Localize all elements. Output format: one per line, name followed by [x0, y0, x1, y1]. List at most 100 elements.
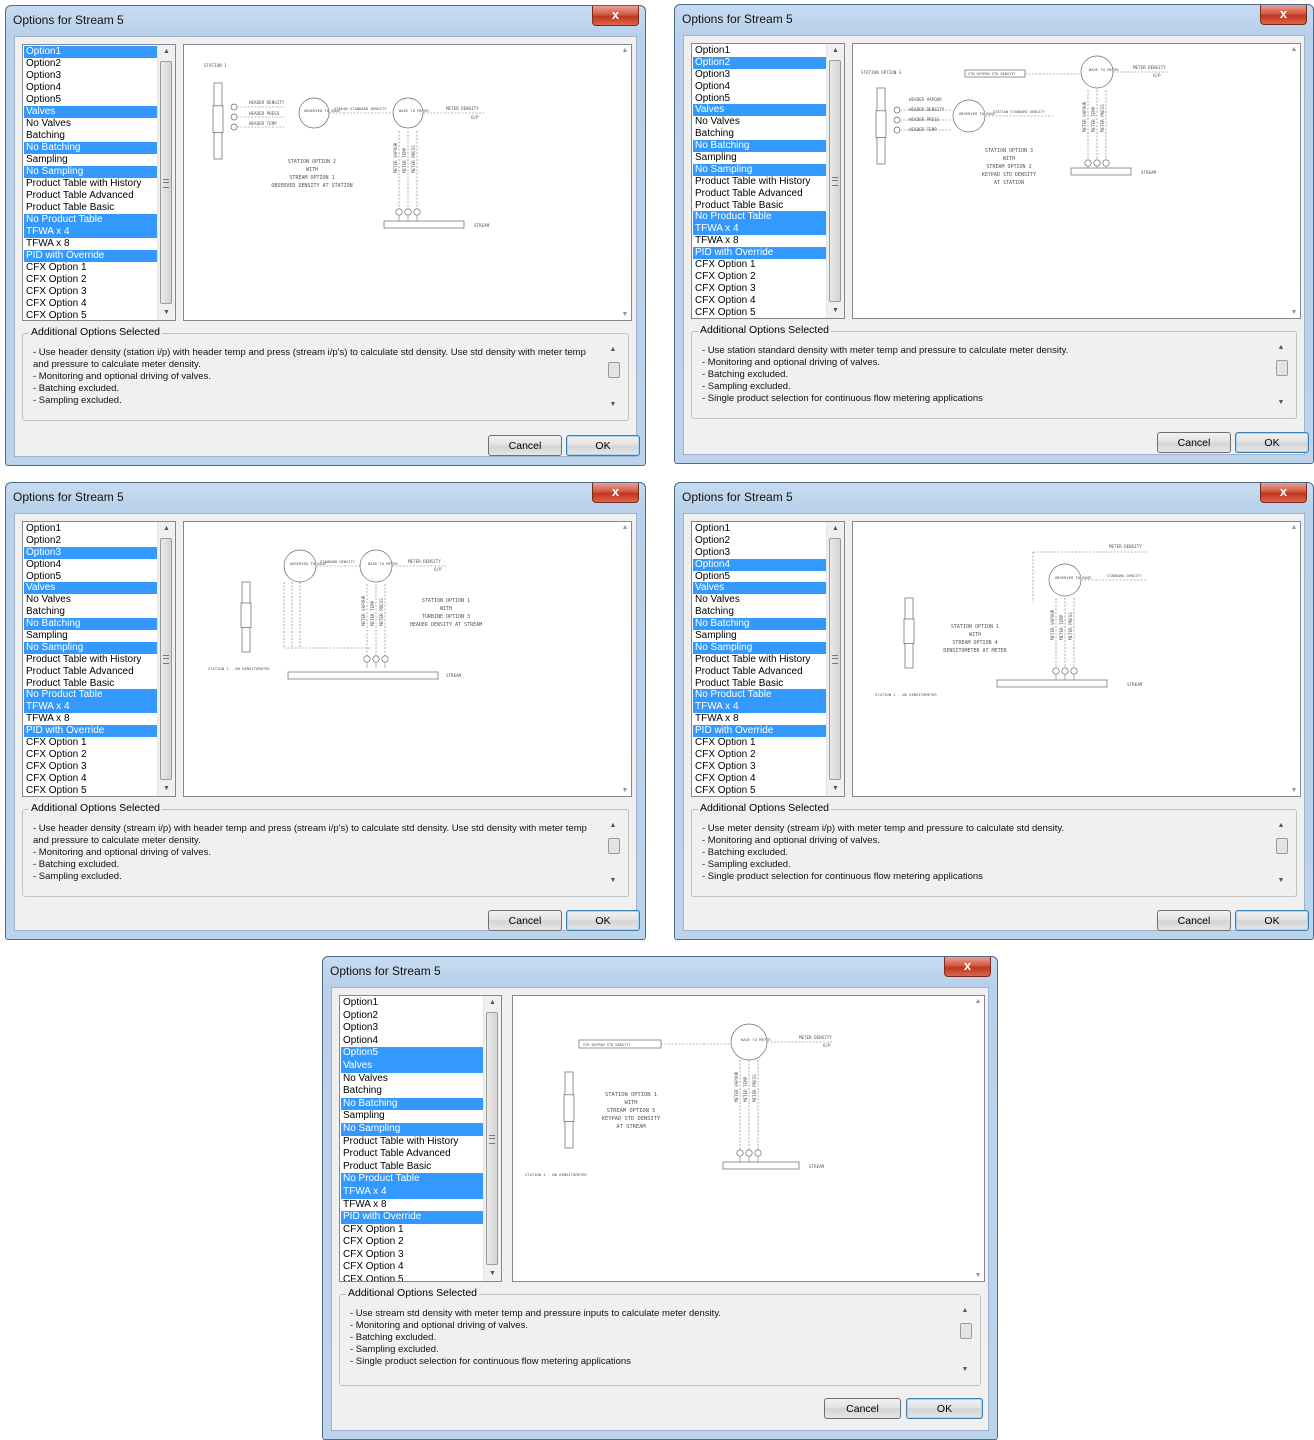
option-item[interactable]: Product Table Advanced — [693, 666, 826, 678]
description-scrollbar[interactable]: ▲ ▼ — [606, 822, 620, 884]
option-item[interactable]: PID with Override — [24, 725, 157, 738]
option-item[interactable]: PID with Override — [693, 247, 826, 260]
scroll-down-arrow-icon[interactable]: ▼ — [1288, 787, 1300, 794]
option-item[interactable]: TFWA x 8 — [24, 713, 157, 725]
option-item[interactable]: CFX Option 5 — [341, 1274, 483, 1281]
close-button[interactable]: x — [1260, 483, 1307, 503]
option-item[interactable]: No Valves — [693, 116, 826, 128]
close-button[interactable]: x — [592, 483, 639, 503]
option-item[interactable]: CFX Option 5 — [24, 310, 157, 320]
cancel-button[interactable]: Cancel — [1157, 432, 1231, 453]
close-button[interactable]: x — [944, 957, 991, 977]
scroll-down-arrow-icon[interactable]: ▼ — [619, 311, 631, 318]
scroll-down-arrow-icon[interactable]: ▼ — [827, 304, 844, 318]
option-item[interactable]: PID with Override — [24, 250, 157, 262]
option-item[interactable]: Product Table with History — [341, 1136, 483, 1149]
scroll-thumb[interactable] — [608, 838, 620, 854]
option-item[interactable]: No Sampling — [693, 163, 826, 176]
title-bar[interactable]: Options for Stream 5 x — [675, 5, 1313, 31]
option-item[interactable]: No Product Table — [693, 211, 826, 224]
option-item[interactable]: Option5 — [24, 94, 157, 106]
option-item[interactable]: No Product Table — [693, 689, 826, 702]
scroll-thumb[interactable] — [829, 60, 841, 302]
options-list[interactable]: Option1 Option2 Option3 Option4 Option5 Valve… — [691, 521, 845, 797]
diagram-scrollbar[interactable]: ▲ ▼ — [972, 996, 984, 1281]
option-item[interactable]: Product Table Advanced — [341, 1148, 483, 1161]
option-item[interactable]: Product Table Advanced — [693, 188, 826, 200]
option-item[interactable]: Option5 — [24, 571, 157, 583]
option-item[interactable]: Valves — [341, 1059, 483, 1073]
option-item[interactable]: CFX Option 1 — [341, 1224, 483, 1237]
option-item[interactable]: Product Table Basic — [24, 678, 157, 690]
option-item[interactable]: TFWA x 4 — [693, 223, 826, 236]
scroll-thumb[interactable] — [160, 61, 172, 304]
scroll-up-arrow-icon[interactable]: ▲ — [1274, 344, 1288, 351]
scroll-up-arrow-icon[interactable]: ▲ — [827, 44, 844, 58]
options-list[interactable]: Option1 Option2 Option3 Option4 Option5 Valve… — [691, 43, 845, 319]
option-item[interactable]: Option1 — [341, 997, 483, 1010]
option-item[interactable]: CFX Option 4 — [24, 298, 157, 310]
scroll-up-arrow-icon[interactable]: ▲ — [1288, 524, 1300, 531]
option-item[interactable]: TFWA x 8 — [341, 1199, 483, 1212]
option-item[interactable]: Sampling — [24, 630, 157, 642]
option-item[interactable]: Option2 — [693, 56, 826, 69]
option-item[interactable]: Option4 — [24, 559, 157, 571]
scroll-up-arrow-icon[interactable]: ▲ — [619, 524, 631, 531]
option-item[interactable]: Product Table with History — [693, 654, 826, 666]
ok-button[interactable]: OK — [566, 910, 640, 931]
option-item[interactable]: Option2 — [24, 58, 157, 70]
scroll-down-arrow-icon[interactable]: ▼ — [606, 401, 620, 408]
scroll-down-arrow-icon[interactable]: ▼ — [827, 782, 844, 796]
cancel-button[interactable]: Cancel — [1157, 910, 1231, 931]
title-bar[interactable]: Options for Stream 5 x — [6, 6, 645, 32]
description-scrollbar[interactable]: ▲ ▼ — [606, 346, 620, 408]
scroll-down-arrow-icon[interactable]: ▼ — [972, 1272, 984, 1279]
option-item[interactable]: No Sampling — [24, 166, 157, 178]
option-item[interactable]: Batching — [693, 128, 826, 140]
option-item[interactable]: CFX Option 2 — [693, 749, 826, 761]
scroll-thumb[interactable] — [1276, 838, 1288, 854]
option-item[interactable]: Batching — [341, 1085, 483, 1098]
option-item[interactable]: CFX Option 4 — [693, 773, 826, 785]
option-item[interactable]: TFWA x 4 — [24, 226, 157, 238]
option-item[interactable]: Valves — [693, 582, 826, 595]
option-item[interactable]: Product Table Advanced — [24, 190, 157, 202]
option-item[interactable]: Option4 — [24, 82, 157, 94]
ok-button[interactable]: OK — [566, 435, 640, 456]
scroll-up-arrow-icon[interactable]: ▲ — [619, 47, 631, 54]
option-item[interactable]: CFX Option 5 — [693, 307, 826, 318]
option-item[interactable]: Batching — [24, 130, 157, 142]
scroll-thumb[interactable] — [829, 538, 841, 780]
option-item[interactable]: CFX Option 2 — [693, 271, 826, 283]
option-item[interactable]: No Batching — [693, 618, 826, 631]
option-item[interactable]: Sampling — [693, 630, 826, 642]
option-item[interactable]: Option2 — [24, 535, 157, 547]
title-bar[interactable]: Options for Stream 5 x — [6, 483, 645, 509]
options-scrollbar[interactable]: ▲ ▼ — [826, 522, 844, 796]
option-item[interactable]: Option5 — [693, 571, 826, 583]
options-list[interactable]: Option1 Option2 Option3 Option4 Option5 Valve… — [22, 44, 176, 321]
scroll-up-arrow-icon[interactable]: ▲ — [1274, 822, 1288, 829]
option-item[interactable]: PID with Override — [693, 725, 826, 738]
option-item[interactable]: No Product Table — [341, 1173, 483, 1186]
close-button[interactable]: x — [1260, 5, 1307, 25]
option-item[interactable]: CFX Option 5 — [693, 785, 826, 796]
option-item[interactable]: Product Table with History — [693, 176, 826, 188]
option-item[interactable]: CFX Option 3 — [341, 1249, 483, 1262]
option-item[interactable]: Option1 — [24, 46, 157, 58]
option-item[interactable]: TFWA x 4 — [341, 1185, 483, 1199]
option-item[interactable]: Option3 — [693, 69, 826, 81]
option-item[interactable]: No Valves — [24, 118, 157, 130]
option-item[interactable]: CFX Option 3 — [24, 286, 157, 298]
description-scrollbar[interactable]: ▲ ▼ — [1274, 822, 1288, 884]
option-item[interactable]: Option4 — [693, 558, 826, 571]
option-item[interactable]: Valves — [693, 104, 826, 117]
option-item[interactable]: No Sampling — [341, 1122, 483, 1136]
scroll-thumb[interactable] — [160, 538, 172, 780]
option-item[interactable]: CFX Option 3 — [24, 761, 157, 773]
option-item[interactable]: CFX Option 1 — [693, 737, 826, 749]
scroll-down-arrow-icon[interactable]: ▼ — [1274, 877, 1288, 884]
title-bar[interactable]: Options for Stream 5 x — [675, 483, 1313, 509]
options-list[interactable]: Option1 Option2 Option3 Option4 Option5 Valve… — [339, 995, 502, 1282]
cancel-button[interactable]: Cancel — [488, 910, 562, 931]
